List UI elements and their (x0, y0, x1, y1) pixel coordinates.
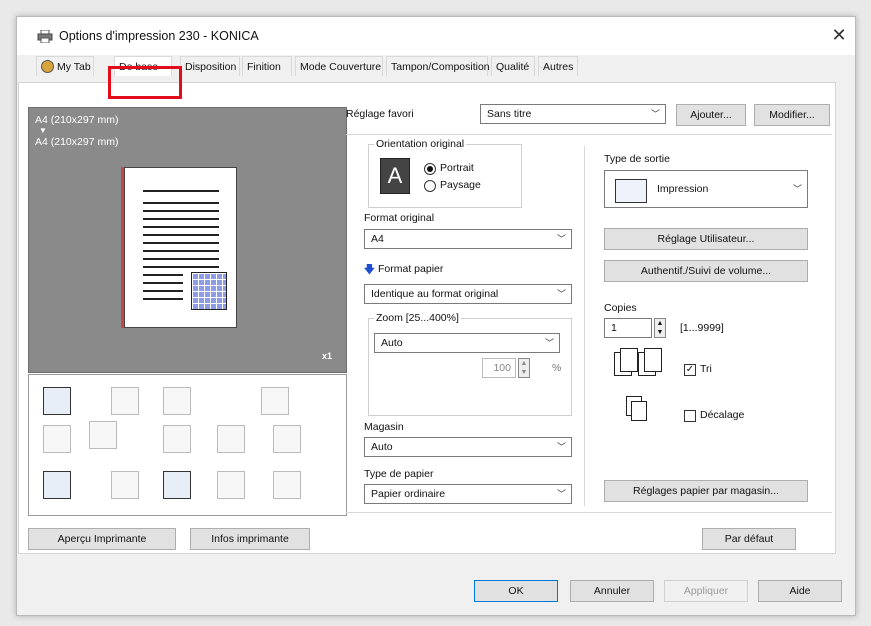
chevron-down-icon: ﹀ (792, 184, 802, 194)
user-settings-button[interactable]: Réglage Utilisateur... (604, 228, 808, 250)
copies-input[interactable]: 1 (604, 318, 652, 338)
format-original-label: Format original (364, 212, 435, 224)
favorite-label: Réglage favori (346, 108, 414, 120)
copies-range: [1...9999] (680, 322, 724, 334)
authentication-button[interactable]: Authentif./Suivi de volume... (604, 260, 808, 282)
chevron-down-icon: ﹀ (556, 489, 566, 499)
landscape-radio[interactable] (424, 180, 436, 192)
grid-image-icon (191, 272, 227, 310)
decalage-checkbox[interactable] (684, 410, 696, 422)
zoom-percent-unit: % (552, 362, 562, 374)
tab-autres[interactable]: Autres (538, 56, 578, 76)
landscape-label: Paysage (440, 179, 481, 191)
rotate-icon[interactable] (261, 387, 289, 415)
add-favorite-button[interactable]: Ajouter... (676, 104, 746, 126)
zoom-spin-icon[interactable]: ▲ ▼ (518, 358, 530, 378)
title-bar: Options d'impression 230 - KONICA ✕ (17, 17, 855, 55)
type-papier-label: Type de papier (364, 468, 434, 480)
tab-tampon-composition[interactable]: Tampon/Composition (386, 56, 490, 76)
type-papier-select[interactable]: Papier ordinaire ﹀ (364, 484, 572, 504)
list-icon[interactable] (273, 471, 301, 499)
chevron-down-icon: ﹀ (556, 289, 566, 299)
preview-original-size: A4 (210x297 mm) (35, 114, 119, 126)
portrait-radio[interactable] (424, 163, 436, 175)
tray-paper-settings-button[interactable]: Réglages papier par magasin... (604, 480, 808, 502)
format-papier-label: Format papier (378, 263, 444, 275)
chevron-down-icon: ﹀ (650, 109, 660, 119)
print-output-icon[interactable] (43, 387, 71, 415)
text-page-icon[interactable] (163, 425, 191, 453)
orientation-preview-icon: A (380, 158, 410, 194)
magasin-value: Auto (371, 441, 393, 453)
copy-layout-icon[interactable] (163, 387, 191, 415)
tri-label: Tri (700, 363, 712, 375)
sortie-select[interactable]: Impression ﹀ (604, 170, 808, 208)
tab-mode-couverture[interactable]: Mode Couverture (295, 56, 383, 76)
divider (346, 134, 832, 135)
pages-icon[interactable] (89, 421, 117, 449)
copies-label: Copies (604, 302, 637, 314)
tri-checkbox[interactable]: ✓ (684, 364, 696, 376)
format-original-value: A4 (371, 233, 384, 245)
preview-paper-size: A4 (210x297 mm) (35, 136, 119, 148)
tab-label: My Tab (57, 61, 91, 73)
collate-icon (614, 348, 662, 378)
copies-badge: x1 (322, 351, 333, 361)
divider (346, 512, 832, 513)
type-papier-value: Papier ordinaire (371, 488, 446, 500)
offset-icon (626, 396, 650, 424)
zoom-select[interactable]: Auto ﹀ (374, 333, 560, 353)
sortie-value: Impression (657, 183, 709, 195)
chevron-down-icon: ﹀ (556, 234, 566, 244)
format-original-select[interactable]: A4 ﹀ (364, 229, 572, 249)
favorite-value: Sans titre (487, 108, 532, 120)
highlight-box (108, 66, 182, 99)
copies-spin-icon[interactable]: ▲ ▼ (654, 318, 666, 338)
zoom-percent-input[interactable]: 100 (482, 358, 516, 378)
arrow-down-icon: ▼ (39, 126, 47, 135)
zoom-value: Auto (381, 337, 403, 349)
favorite-select[interactable]: Sans titre ﹀ (480, 104, 666, 124)
default-button[interactable]: Par défaut (702, 528, 796, 550)
user-auth-icon[interactable] (163, 471, 191, 499)
print-output-icon (615, 179, 647, 203)
stamp-icon[interactable] (111, 471, 139, 499)
modify-favorite-button[interactable]: Modifier... (754, 104, 830, 126)
printer-icon (37, 30, 53, 43)
portrait-label: Portrait (440, 162, 474, 174)
chevron-down-icon: ﹀ (556, 442, 566, 452)
orientation-label: Orientation original (374, 138, 467, 150)
cancel-button[interactable]: Annuler (570, 580, 654, 602)
help-button[interactable]: Aide (758, 580, 842, 602)
form-icon[interactable] (217, 471, 245, 499)
column-divider (584, 146, 585, 506)
ok-button[interactable]: OK (474, 580, 558, 602)
decalage-label: Décalage (700, 409, 745, 421)
function-icon-panel (28, 374, 347, 516)
user-icon (41, 60, 54, 73)
close-button[interactable]: ✕ (829, 23, 849, 47)
apply-button[interactable]: Appliquer (664, 580, 748, 602)
arrow-down-icon: 🡇 (364, 264, 375, 276)
tab-qualite[interactable]: Qualité (491, 56, 535, 76)
chevron-down-icon: ﹀ (544, 338, 554, 348)
document-icon[interactable] (217, 425, 245, 453)
preview-page (124, 167, 237, 328)
format-papier-select[interactable]: Identique au format original ﹀ (364, 284, 572, 304)
format-papier-value: Identique au format original (371, 288, 499, 300)
magasin-label: Magasin (364, 421, 404, 433)
tab-my-tab[interactable]: My Tab (36, 56, 94, 76)
centering-icon[interactable] (111, 387, 139, 415)
tab-finition[interactable]: Finition (242, 56, 292, 76)
printer-info-button[interactable]: Infos imprimante (190, 528, 310, 550)
window-title: Options d'impression 230 - KONICA (59, 29, 259, 43)
zoom-label: Zoom [25...400%] (374, 312, 461, 324)
stack-icon[interactable] (43, 425, 71, 453)
printer-preview-button[interactable]: Aperçu Imprimante (28, 528, 176, 550)
tab-disposition[interactable]: Disposition (180, 56, 240, 76)
lock-stack-icon[interactable] (273, 425, 301, 453)
magasin-select[interactable]: Auto ﹀ (364, 437, 572, 457)
image-page-icon[interactable] (43, 471, 71, 499)
sortie-label: Type de sortie (604, 153, 670, 165)
